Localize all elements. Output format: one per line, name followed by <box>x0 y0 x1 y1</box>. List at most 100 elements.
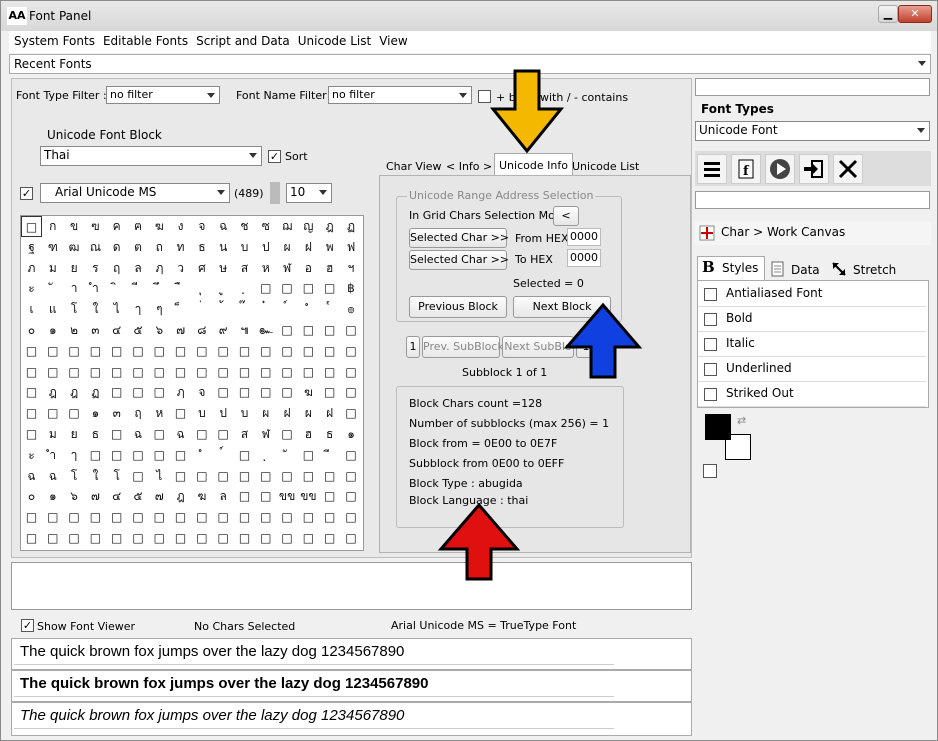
grid-cell[interactable]: □ <box>128 466 149 487</box>
grid-cell[interactable]: ห <box>149 403 170 424</box>
grid-cell[interactable]: ม <box>42 258 63 279</box>
antialiased-checkbox[interactable] <box>704 288 717 301</box>
grid-cell[interactable]: ึ <box>149 278 170 299</box>
grid-cell[interactable]: ๚ <box>234 320 255 341</box>
grid-cell[interactable]: ธ <box>191 237 212 258</box>
grid-cell[interactable]: ขข <box>277 486 298 507</box>
grid-cell[interactable]: ำ <box>42 445 63 466</box>
grid-cell[interactable]: ๖ <box>149 320 170 341</box>
menu-script-data[interactable]: Script and Data <box>191 31 293 48</box>
grid-cell[interactable]: ย <box>64 258 85 279</box>
grid-cell[interactable]: ๗ <box>149 486 170 507</box>
grid-cell[interactable]: ๅ <box>128 299 149 320</box>
grid-cell[interactable]: ล <box>128 258 149 279</box>
grid-cell[interactable]: ๓ <box>85 320 106 341</box>
grid-cell[interactable]: □ <box>106 424 127 445</box>
grid-cell[interactable]: น <box>213 237 234 258</box>
grid-cell[interactable]: □ <box>42 528 63 549</box>
bold-checkbox[interactable] <box>704 313 717 326</box>
grid-cell[interactable]: □ <box>213 362 234 383</box>
grid-cell[interactable]: □ <box>170 341 191 362</box>
grid-cell[interactable]: ย <box>64 424 85 445</box>
grid-cell[interactable]: □ <box>234 466 255 487</box>
grid-cell[interactable]: □ <box>234 445 255 466</box>
grid-cell[interactable]: โ <box>64 466 85 487</box>
grid-cell[interactable]: ฆ <box>149 216 170 237</box>
grid-cell[interactable]: ๋ <box>255 299 276 320</box>
grid-cell[interactable]: ฿ <box>341 278 362 299</box>
grid-cell[interactable]: □ <box>21 341 42 362</box>
grid-cell[interactable]: พ <box>319 237 340 258</box>
grid-cell[interactable]: □ <box>21 382 42 403</box>
grid-cell[interactable]: ะ <box>21 445 42 466</box>
grid-cell[interactable]: ส <box>234 424 255 445</box>
grid-cell[interactable]: □ <box>149 528 170 549</box>
grid-cell[interactable]: โ <box>106 466 127 487</box>
tab-stretch[interactable]: Stretch <box>829 258 915 280</box>
grid-cell[interactable]: □ <box>341 466 362 487</box>
grid-cell[interactable]: □ <box>64 362 85 383</box>
grid-cell[interactable]: □ <box>277 278 298 299</box>
grid-cell[interactable]: ภ <box>21 258 42 279</box>
grid-cell[interactable]: ฮ <box>298 424 319 445</box>
tab-char-view[interactable]: Char View <box>382 155 446 177</box>
grid-cell[interactable]: □ <box>277 528 298 549</box>
grid-cell[interactable]: □ <box>42 507 63 528</box>
grid-cell[interactable]: ๒ <box>64 320 85 341</box>
style-striked-out[interactable]: Striked Out <box>698 382 926 407</box>
grid-cell[interactable]: □ <box>170 445 191 466</box>
grid-cell[interactable]: ฅ <box>128 216 149 237</box>
grid-cell[interactable]: □ <box>149 507 170 528</box>
grid-cell[interactable]: ่ <box>191 299 212 320</box>
grid-cell[interactable]: □ <box>191 341 212 362</box>
grid-cell[interactable]: □ <box>42 403 63 424</box>
grid-cell[interactable]: ฉ <box>21 466 42 487</box>
grid-cell[interactable]: ฐ <box>21 237 42 258</box>
menu-unicode-list[interactable]: Unicode List <box>293 31 374 48</box>
tab-unicode-list[interactable]: Unicode List <box>568 155 643 177</box>
menu-system-fonts[interactable]: System Fonts <box>9 31 98 48</box>
grid-cell[interactable]: □ <box>128 507 149 528</box>
grid-cell[interactable]: ด <box>106 237 127 258</box>
grid-cell[interactable]: □ <box>255 486 276 507</box>
grid-cell[interactable]: ฃ <box>85 216 106 237</box>
grid-cell[interactable]: ซ <box>255 216 276 237</box>
grid-cell[interactable]: ธ <box>319 424 340 445</box>
grid-cell[interactable]: □ <box>21 424 42 445</box>
grid-cell[interactable]: ฺ <box>234 278 255 299</box>
grid-cell[interactable]: ๐ <box>21 486 42 507</box>
grid-cell[interactable]: □ <box>128 341 149 362</box>
grid-cell[interactable]: □ <box>277 320 298 341</box>
grid-cell[interactable]: □ <box>191 528 212 549</box>
grid-cell[interactable]: ๑ <box>42 486 63 507</box>
import-icon[interactable] <box>799 154 829 184</box>
grid-cell[interactable]: □ <box>42 341 63 362</box>
style-italic[interactable]: Italic <box>698 332 926 357</box>
striked-out-checkbox[interactable] <box>704 388 717 401</box>
unicode-block-select[interactable]: Thai <box>40 146 262 166</box>
grid-cell[interactable]: □ <box>85 528 106 549</box>
minimize-button[interactable]: ▁ <box>878 5 898 23</box>
grid-cell[interactable]: ส <box>234 258 255 279</box>
grid-cell[interactable]: □ <box>149 424 170 445</box>
grid-cell[interactable]: □ <box>277 424 298 445</box>
grid-cell[interactable]: ป <box>255 237 276 258</box>
grid-cell[interactable]: □ <box>277 362 298 383</box>
grid-cell[interactable]: □ <box>128 382 149 403</box>
subblock-first-button[interactable]: 1 <box>406 336 420 358</box>
grid-cell[interactable]: □ <box>149 382 170 403</box>
grid-cell[interactable]: ขข <box>298 486 319 507</box>
size-spinner[interactable] <box>270 182 280 204</box>
grid-cell[interactable]: □ <box>341 507 362 528</box>
grid-cell[interactable]: □ <box>85 507 106 528</box>
grid-cell[interactable]: บ <box>191 403 212 424</box>
menu-editable-fonts[interactable]: Editable Fonts <box>98 31 191 48</box>
grid-cell[interactable]: □ <box>128 362 149 383</box>
grid-cell[interactable]: □ <box>341 486 362 507</box>
grid-cell[interactable]: □ <box>64 528 85 549</box>
grid-cell[interactable]: □ <box>319 486 340 507</box>
grid-cell[interactable]: ล <box>213 486 234 507</box>
menu-icon[interactable] <box>697 154 727 184</box>
style-underlined[interactable]: Underlined <box>698 357 926 382</box>
close-button[interactable]: ✕ <box>898 5 932 23</box>
